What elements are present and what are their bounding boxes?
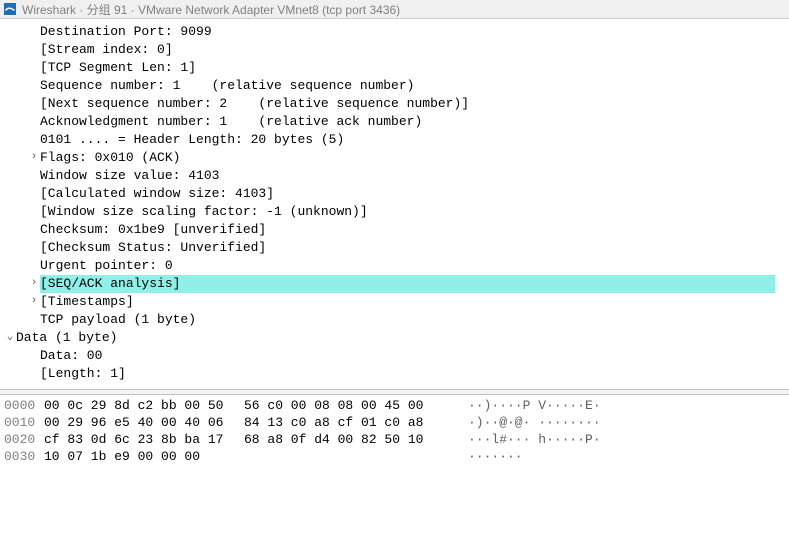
window-titlebar: Wireshark · 分组 91 · VMware Network Adapt… — [0, 0, 789, 19]
window-title: Wireshark · 分组 91 · VMware Network Adapt… — [22, 1, 400, 18]
hex-bytes: 84 13 c0 a8 cf 01 c0 a8 — [244, 414, 468, 431]
detail-row[interactable]: [Calculated window size: 4103] — [0, 185, 789, 203]
chevron-right-icon[interactable]: › — [28, 293, 40, 311]
detail-row[interactable]: [Length: 1] — [0, 365, 789, 383]
chevron-right-icon[interactable]: › — [28, 149, 40, 167]
detail-row-timestamps[interactable]: ›[Timestamps] — [0, 293, 789, 311]
hex-bytes: cf 83 0d 6c 23 8b ba 17 — [44, 431, 244, 448]
hex-offset: 0030 — [0, 448, 44, 465]
detail-row[interactable]: [Next sequence number: 2 (relative seque… — [0, 95, 789, 113]
hex-ascii: ··)····P V·····E· — [468, 397, 601, 414]
detail-row[interactable]: 0101 .... = Header Length: 20 bytes (5) — [0, 131, 789, 149]
hex-bytes: 10 07 1b e9 00 00 00 — [44, 448, 244, 465]
hex-row[interactable]: 0000 00 0c 29 8d c2 bb 00 50 56 c0 00 08… — [0, 397, 789, 414]
detail-row-data[interactable]: ⌄Data (1 byte) — [0, 329, 789, 347]
detail-row[interactable]: Acknowledgment number: 1 (relative ack n… — [0, 113, 789, 131]
hex-bytes: 56 c0 00 08 08 00 45 00 — [244, 397, 468, 414]
detail-row[interactable]: Urgent pointer: 0 — [0, 257, 789, 275]
hex-row[interactable]: 0020 cf 83 0d 6c 23 8b ba 17 68 a8 0f d4… — [0, 431, 789, 448]
detail-row[interactable]: Data: 00 — [0, 347, 789, 365]
detail-row[interactable]: Window size value: 4103 — [0, 167, 789, 185]
hex-offset: 0000 — [0, 397, 44, 414]
chevron-right-icon[interactable]: › — [28, 275, 40, 293]
packet-details-pane[interactable]: Destination Port: 9099 [Stream index: 0]… — [0, 19, 789, 389]
hex-bytes: 00 29 96 e5 40 00 40 06 — [44, 414, 244, 431]
hex-row[interactable]: 0010 00 29 96 e5 40 00 40 06 84 13 c0 a8… — [0, 414, 789, 431]
detail-row-seqack[interactable]: ›[SEQ/ACK analysis] — [0, 275, 789, 293]
detail-row-flags[interactable]: ›Flags: 0x010 (ACK) — [0, 149, 789, 167]
hex-ascii: ······· — [468, 448, 523, 465]
detail-row[interactable]: [Checksum Status: Unverified] — [0, 239, 789, 257]
detail-row[interactable]: Sequence number: 1 (relative sequence nu… — [0, 77, 789, 95]
detail-row[interactable]: TCP payload (1 byte) — [0, 311, 789, 329]
hex-row[interactable]: 0030 10 07 1b e9 00 00 00 ······· — [0, 448, 789, 465]
chevron-down-icon[interactable]: ⌄ — [4, 329, 16, 347]
hex-ascii: ···l#··· h·····P· — [468, 431, 601, 448]
detail-row[interactable]: [Stream index: 0] — [0, 41, 789, 59]
hex-bytes: 00 0c 29 8d c2 bb 00 50 — [44, 397, 244, 414]
detail-row[interactable]: [Window size scaling factor: -1 (unknown… — [0, 203, 789, 221]
detail-row[interactable]: [TCP Segment Len: 1] — [0, 59, 789, 77]
hex-offset: 0010 — [0, 414, 44, 431]
detail-row[interactable]: Destination Port: 9099 — [0, 23, 789, 41]
packet-bytes-pane[interactable]: 0000 00 0c 29 8d c2 bb 00 50 56 c0 00 08… — [0, 395, 789, 467]
wireshark-icon — [4, 3, 16, 15]
hex-bytes — [244, 448, 468, 465]
hex-bytes: 68 a8 0f d4 00 82 50 10 — [244, 431, 468, 448]
hex-ascii: ·)··@·@· ········ — [468, 414, 601, 431]
detail-row[interactable]: Checksum: 0x1be9 [unverified] — [0, 221, 789, 239]
hex-offset: 0020 — [0, 431, 44, 448]
